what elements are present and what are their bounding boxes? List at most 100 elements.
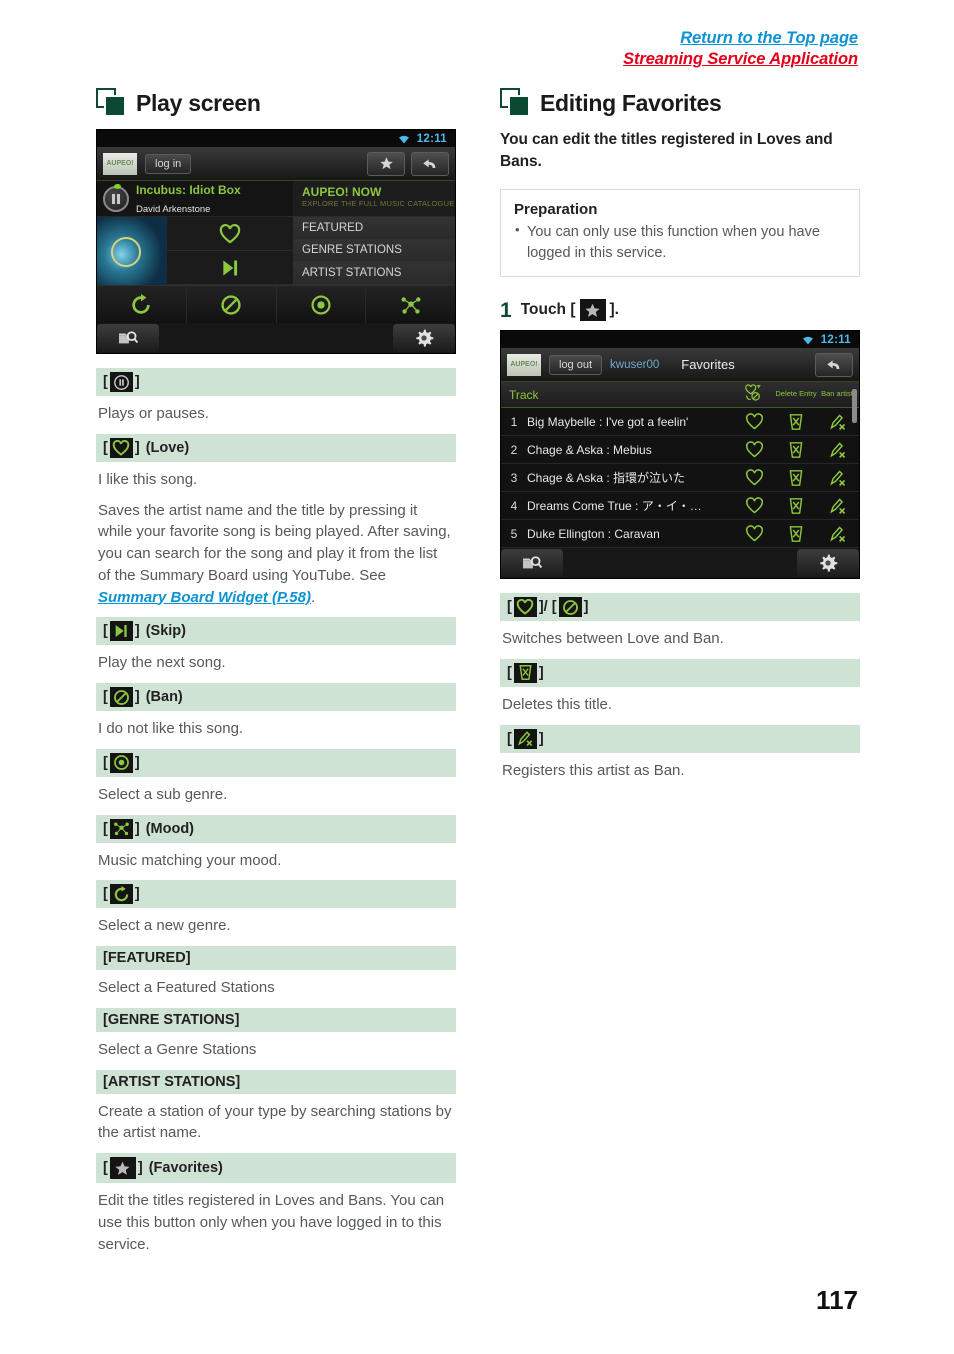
- favorites-table-header: Track Delete Entry Ban artist.: [501, 382, 859, 409]
- row-love-toggle[interactable]: [733, 497, 775, 514]
- row-love-toggle[interactable]: [733, 441, 775, 458]
- legend-term-pause: [ ]: [96, 368, 456, 396]
- back-button[interactable]: [411, 151, 449, 176]
- row-love-toggle[interactable]: [733, 525, 775, 542]
- section-marker-icon: [500, 88, 531, 118]
- sub-genre-button[interactable]: [277, 286, 367, 323]
- row-track-title: Chage & Aska : Mebius: [527, 442, 652, 457]
- favorites-star-button[interactable]: [367, 151, 405, 176]
- row-track-title: Chage & Aska : 指環が泣いた: [527, 471, 686, 486]
- legend-term-skip: [ ] (Skip): [96, 617, 456, 646]
- device-status-bar: 12:11: [97, 130, 455, 147]
- return-to-top-link[interactable]: Return to the Top page: [623, 28, 858, 49]
- menu-item-featured[interactable]: FEATURED: [293, 217, 455, 240]
- player-right-pane: AUPEO! NOW EXPLORE THE FULL MUSIC CATALO…: [293, 181, 455, 285]
- player-top-bar: AUPEO! log in: [97, 147, 455, 181]
- settings-gear-button[interactable]: [393, 324, 455, 352]
- legend-desc-newgenre: Select a new genre.: [98, 917, 231, 935]
- preparation-box: Preparation You can only use this functi…: [500, 189, 860, 278]
- row-ban-artist-button[interactable]: [817, 497, 859, 515]
- legend-term-skip-label: (Skip): [145, 623, 186, 640]
- back-button[interactable]: [815, 352, 853, 377]
- play-screen-screenshot: 12:11 AUPEO! log in Incubus: Idiot Box D…: [96, 129, 456, 354]
- legend-term-genre-stations: [GENRE STATIONS]: [96, 1007, 456, 1032]
- new-genre-button[interactable]: [97, 286, 187, 323]
- legend-desc-featured: Select a Featured Stations: [98, 979, 275, 996]
- browse-search-button[interactable]: [97, 324, 159, 352]
- logout-button[interactable]: log out: [549, 354, 603, 375]
- ban-button[interactable]: [187, 286, 277, 323]
- love-button[interactable]: [167, 217, 293, 251]
- row-number: 4: [510, 498, 518, 513]
- legend-term-mood-label: (Mood): [145, 820, 195, 837]
- device-clock: 12:11: [416, 132, 447, 145]
- skip-button[interactable]: [167, 251, 293, 285]
- legend-term-favorites-label: (Favorites): [148, 1160, 223, 1176]
- legend-term-ban-artist: [ ]: [500, 724, 860, 753]
- star-icon: [579, 299, 606, 322]
- row-love-toggle[interactable]: [733, 413, 775, 430]
- row-number: 3: [510, 470, 518, 485]
- legend-term-genre-stations-label: [GENRE STATIONS]: [103, 1011, 240, 1028]
- left-column: Play screen 12:11 AUPEO! log in Incubus:…: [96, 88, 456, 1264]
- legend-term-mood: [ ] (Mood): [96, 814, 456, 843]
- row-love-toggle[interactable]: [733, 469, 775, 486]
- aupeo-now-title: AUPEO! NOW: [302, 185, 382, 199]
- now-playing: Incubus: Idiot Box David Arkenstone: [97, 181, 293, 217]
- favorites-screen-title: Favorites: [681, 357, 735, 373]
- now-playing-artist: David Arkenstone: [136, 203, 211, 215]
- heart-icon: [513, 597, 537, 618]
- row-number: 2: [510, 442, 518, 457]
- settings-gear-button[interactable]: [797, 549, 859, 578]
- legend-term-subgenre: [ ]: [96, 748, 456, 777]
- row-ban-artist-button[interactable]: [817, 525, 859, 543]
- table-row[interactable]: 4 Dreams Come True : ア・イ・…: [501, 492, 859, 521]
- legend-term-newgenre: [ ]: [96, 880, 456, 909]
- summary-board-widget-link[interactable]: Summary Board Widget (P.58): [98, 589, 311, 606]
- aupeo-logo: AUPEO!: [103, 152, 137, 175]
- step-text-after: ].: [609, 301, 619, 319]
- column-header-delete-entry: Delete Entry: [775, 389, 817, 399]
- table-row[interactable]: 3 Chage & Aska : 指環が泣いた: [501, 464, 859, 493]
- menu-item-artist-stations[interactable]: ARTIST STATIONS: [293, 262, 455, 285]
- table-row[interactable]: 5 Duke Ellington : Caravan: [501, 520, 859, 549]
- editing-favorites-heading: Editing Favorites: [500, 88, 860, 118]
- username-label: kwuser00: [610, 358, 660, 371]
- mood-button[interactable]: [366, 286, 455, 323]
- row-track-title: Duke Ellington : Caravan: [527, 526, 660, 541]
- legend-term-love-ban: [ ]/ [ ]: [500, 593, 860, 622]
- streaming-service-application-link[interactable]: Streaming Service Application: [623, 49, 858, 70]
- play-screen-heading: Play screen: [96, 88, 456, 118]
- login-button[interactable]: log in: [145, 153, 192, 174]
- browse-search-button[interactable]: [501, 549, 563, 578]
- row-delete-button[interactable]: [775, 469, 817, 487]
- legend-desc-love-2: Saves the artist name and the title by p…: [96, 500, 456, 618]
- legend-desc-mood: Music matching your mood.: [98, 851, 282, 869]
- row-delete-button[interactable]: [775, 497, 817, 515]
- row-ban-artist-button[interactable]: [817, 441, 859, 459]
- mood-icon: [109, 818, 133, 839]
- now-playing-title: Incubus: Idiot Box: [136, 182, 241, 197]
- row-delete-button[interactable]: [775, 441, 817, 459]
- wifi-icon: [397, 133, 411, 144]
- row-delete-button[interactable]: [775, 413, 817, 431]
- preparation-title: Preparation: [514, 201, 598, 218]
- row-delete-button[interactable]: [775, 525, 817, 543]
- table-row[interactable]: 2 Chage & Aska : Mebius: [501, 436, 859, 465]
- play-pause-button[interactable]: [103, 183, 129, 212]
- scrollbar-thumb[interactable]: [852, 389, 857, 424]
- legend-desc-genre-stations: Select a Genre Stations: [98, 1040, 257, 1058]
- table-row[interactable]: 1 Big Maybelle : I've got a feelin': [501, 408, 859, 437]
- legend-desc-pause: Plays or pauses.: [98, 405, 209, 422]
- row-number: 5: [510, 526, 518, 541]
- row-ban-artist-button[interactable]: [817, 469, 859, 487]
- legend-term-ban-label: (Ban): [145, 689, 183, 705]
- aupeo-now-banner: AUPEO! NOW EXPLORE THE FULL MUSIC CATALO…: [293, 181, 455, 217]
- header-links: Return to the Top page Streaming Service…: [623, 28, 858, 70]
- skip-icon: [109, 621, 133, 642]
- section-title-editing-favorites: Editing Favorites: [540, 89, 722, 116]
- menu-item-genre-stations[interactable]: GENRE STATIONS: [293, 239, 455, 263]
- album-and-actions: [97, 217, 293, 285]
- right-column: Editing Favorites You can edit the title…: [500, 88, 860, 790]
- legend-desc-skip: Play the next song.: [98, 654, 226, 672]
